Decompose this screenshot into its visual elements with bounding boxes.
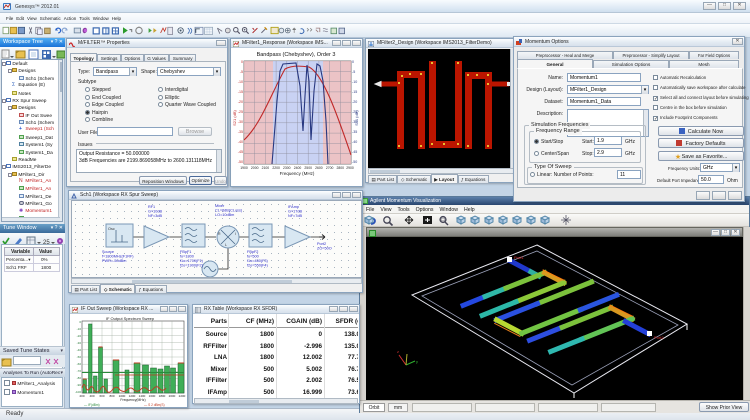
- svg-text:-60: -60: [77, 362, 82, 366]
- svg-text:fo=1800: fo=1800: [180, 255, 194, 259]
- svg-text:2000: 2000: [251, 166, 259, 170]
- svg-text:f1o=1700(F1): f1o=1700(F1): [180, 259, 204, 263]
- svg-text:1800: 1800: [159, 394, 166, 398]
- svg-text:NF=7dB: NF=7dB: [288, 214, 303, 218]
- svg-text:-20: -20: [77, 334, 82, 338]
- svg-text:RF1: RF1: [148, 205, 155, 209]
- svg-text:2400: 2400: [294, 166, 302, 170]
- svg-text:-50: -50: [238, 160, 243, 164]
- svg-text:CL=6dB(CLoss): CL=6dB(CLoss): [215, 209, 243, 213]
- svg-text:LO=10dBm: LO=10dBm: [215, 213, 234, 217]
- svg-text:-45: -45: [352, 150, 357, 154]
- svg-text:-5: -5: [352, 70, 355, 74]
- svg-text:-40: -40: [77, 348, 82, 352]
- svg-text:IFAmp: IFAmp: [288, 205, 299, 209]
- svg-text:FBpF2: FBpF2: [247, 250, 258, 254]
- svg-text:Frequency (MHz): Frequency (MHz): [280, 171, 315, 176]
- svg-text:-10: -10: [77, 327, 82, 331]
- svg-text:-35: -35: [352, 130, 357, 134]
- svg-text:2600: 2600: [315, 166, 323, 170]
- svg-text:-90: -90: [77, 383, 82, 387]
- svg-text:Mixer: Mixer: [215, 204, 225, 208]
- svg-text:— IF(dBm): — IF(dBm): [84, 403, 100, 407]
- svg-text:-50: -50: [352, 160, 357, 164]
- svg-text:f2o=1900(F2): f2o=1900(F2): [180, 264, 204, 268]
- svg-text:Frequency(MHz): Frequency(MHz): [120, 398, 145, 402]
- svg-text:2000: 2000: [169, 394, 176, 398]
- svg-text:PWR=-50dBm: PWR=-50dBm: [102, 259, 126, 263]
- svg-text:I: I: [235, 232, 236, 236]
- svg-text:S11 (dB): S11 (dB): [354, 110, 359, 126]
- svg-text:fo=500: fo=500: [247, 255, 259, 259]
- svg-text:f1o=450(F3): f1o=450(F3): [247, 259, 269, 263]
- svg-text:1900: 1900: [240, 166, 248, 170]
- svg-text:Osc: Osc: [108, 227, 115, 231]
- svg-text:2100: 2100: [262, 166, 270, 170]
- svg-text:600: 600: [99, 394, 104, 398]
- svg-text:-45: -45: [238, 150, 243, 154]
- svg-text:NF=3dB: NF=3dB: [148, 214, 163, 218]
- svg-text:-80: -80: [77, 376, 82, 380]
- svg-text:Bandpass (Chebyshev), Order 3: Bandpass (Chebyshev), Order 3: [257, 52, 336, 58]
- svg-text:Port1: Port1: [514, 255, 524, 260]
- svg-text:2500: 2500: [304, 166, 312, 170]
- svg-text:-35: -35: [238, 130, 243, 134]
- svg-text:200: 200: [79, 394, 84, 398]
- svg-text:-25: -25: [238, 110, 243, 114]
- svg-text:-20: -20: [238, 100, 243, 104]
- svg-text:-30: -30: [238, 120, 243, 124]
- svg-text:f=1800MHz(F1RF): f=1800MHz(F1RF): [102, 255, 134, 259]
- svg-text:Port2: Port2: [654, 335, 664, 340]
- svg-text:2700: 2700: [326, 166, 334, 170]
- svg-text:400: 400: [89, 394, 94, 398]
- svg-text:0: 0: [352, 60, 354, 64]
- svg-text:2200: 2200: [272, 166, 280, 170]
- svg-text:f2o=550(F4): f2o=550(F4): [247, 264, 269, 268]
- svg-text:-10: -10: [352, 80, 357, 84]
- svg-text:2200: 2200: [179, 394, 186, 398]
- svg-text:0: 0: [241, 60, 243, 64]
- svg-text:z: z: [397, 349, 399, 354]
- svg-text:2900: 2900: [346, 166, 354, 170]
- svg-text:G=10dB: G=10dB: [148, 210, 163, 214]
- svg-text:-30: -30: [77, 341, 82, 345]
- svg-text:-50: -50: [77, 355, 82, 359]
- svg-text:-10: -10: [238, 80, 243, 84]
- svg-text:G=17dB: G=17dB: [288, 210, 303, 214]
- svg-text:L: L: [225, 243, 227, 247]
- svg-text:2800: 2800: [337, 166, 345, 170]
- svg-text:ZO=50O: ZO=50O: [317, 247, 332, 251]
- svg-text:2300: 2300: [283, 166, 291, 170]
- svg-text:IF Output Spectrum Sweep: IF Output Spectrum Sweep: [106, 316, 155, 321]
- svg-text:-40: -40: [352, 140, 357, 144]
- svg-text:0: 0: [79, 320, 81, 324]
- svg-text:-40: -40: [238, 140, 243, 144]
- svg-text:-20: -20: [352, 100, 357, 104]
- svg-text:S21 (dB): S21 (dB): [232, 109, 237, 125]
- svg-text:-15: -15: [352, 90, 357, 94]
- svg-text:800: 800: [109, 394, 114, 398]
- svg-text:1600: 1600: [149, 394, 156, 398]
- svg-text:Port2: Port2: [317, 242, 326, 246]
- svg-text:— S 2 dBm(S): — S 2 dBm(S): [144, 403, 165, 407]
- svg-text:-70: -70: [77, 369, 82, 373]
- svg-text:FBpF1: FBpF1: [180, 250, 191, 254]
- svg-text:-5: -5: [240, 70, 243, 74]
- svg-text:-15: -15: [238, 90, 243, 94]
- svg-text:y: y: [416, 359, 418, 364]
- svg-text:Source: Source: [102, 250, 114, 254]
